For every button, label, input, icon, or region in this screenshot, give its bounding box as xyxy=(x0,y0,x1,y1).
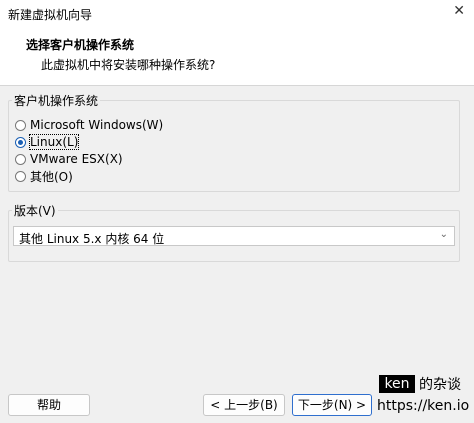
chevron-down-icon[interactable]: ⌄ xyxy=(440,229,448,240)
page-subtitle: 此虚拟机中将安装哪种操作系统? xyxy=(41,58,216,72)
watermark: ken 的杂谈 https://ken.io xyxy=(375,373,474,423)
version-select[interactable]: 其他 Linux 5.x 内核 64 位 ⌄ xyxy=(13,226,455,246)
radio-esx[interactable]: VMware ESX(X) xyxy=(15,151,123,167)
window-title: 新建虚拟机向导 xyxy=(8,8,93,22)
close-icon[interactable]: ✕ xyxy=(453,3,465,19)
radio-indicator[interactable] xyxy=(15,119,26,131)
watermark-url: https://ken.io xyxy=(377,398,470,414)
help-button[interactable]: 帮助 xyxy=(8,394,90,416)
version-group-label: 版本(V) xyxy=(12,202,58,219)
back-button[interactable]: < 上一步(B) xyxy=(203,394,285,416)
radio-indicator[interactable] xyxy=(15,170,26,182)
title-bar: 新建虚拟机向导 ✕ xyxy=(0,0,474,27)
wizard-header: 选择客户机操作系统 此虚拟机中将安装哪种操作系统? xyxy=(0,27,474,86)
page-title: 选择客户机操作系统 xyxy=(26,38,135,52)
radio-label-windows[interactable]: Microsoft Windows(W) xyxy=(30,118,163,132)
radio-label-linux[interactable]: Linux(L) xyxy=(28,134,80,150)
next-button[interactable]: 下一步(N) > xyxy=(292,394,372,416)
radio-other[interactable]: 其他(O) xyxy=(15,168,73,184)
version-select-value: 其他 Linux 5.x 内核 64 位 xyxy=(19,232,165,246)
radio-label-esx[interactable]: VMware ESX(X) xyxy=(30,152,123,166)
radio-indicator-checked[interactable] xyxy=(15,136,26,148)
os-group-label: 客户机操作系统 xyxy=(12,92,101,109)
radio-linux[interactable]: Linux(L) xyxy=(15,134,80,150)
radio-label-other[interactable]: 其他(O) xyxy=(30,168,73,185)
watermark-tagline: 的杂谈 xyxy=(419,377,461,393)
radio-indicator[interactable] xyxy=(15,153,26,165)
radio-windows[interactable]: Microsoft Windows(W) xyxy=(15,117,163,133)
watermark-logo: ken xyxy=(379,375,415,393)
